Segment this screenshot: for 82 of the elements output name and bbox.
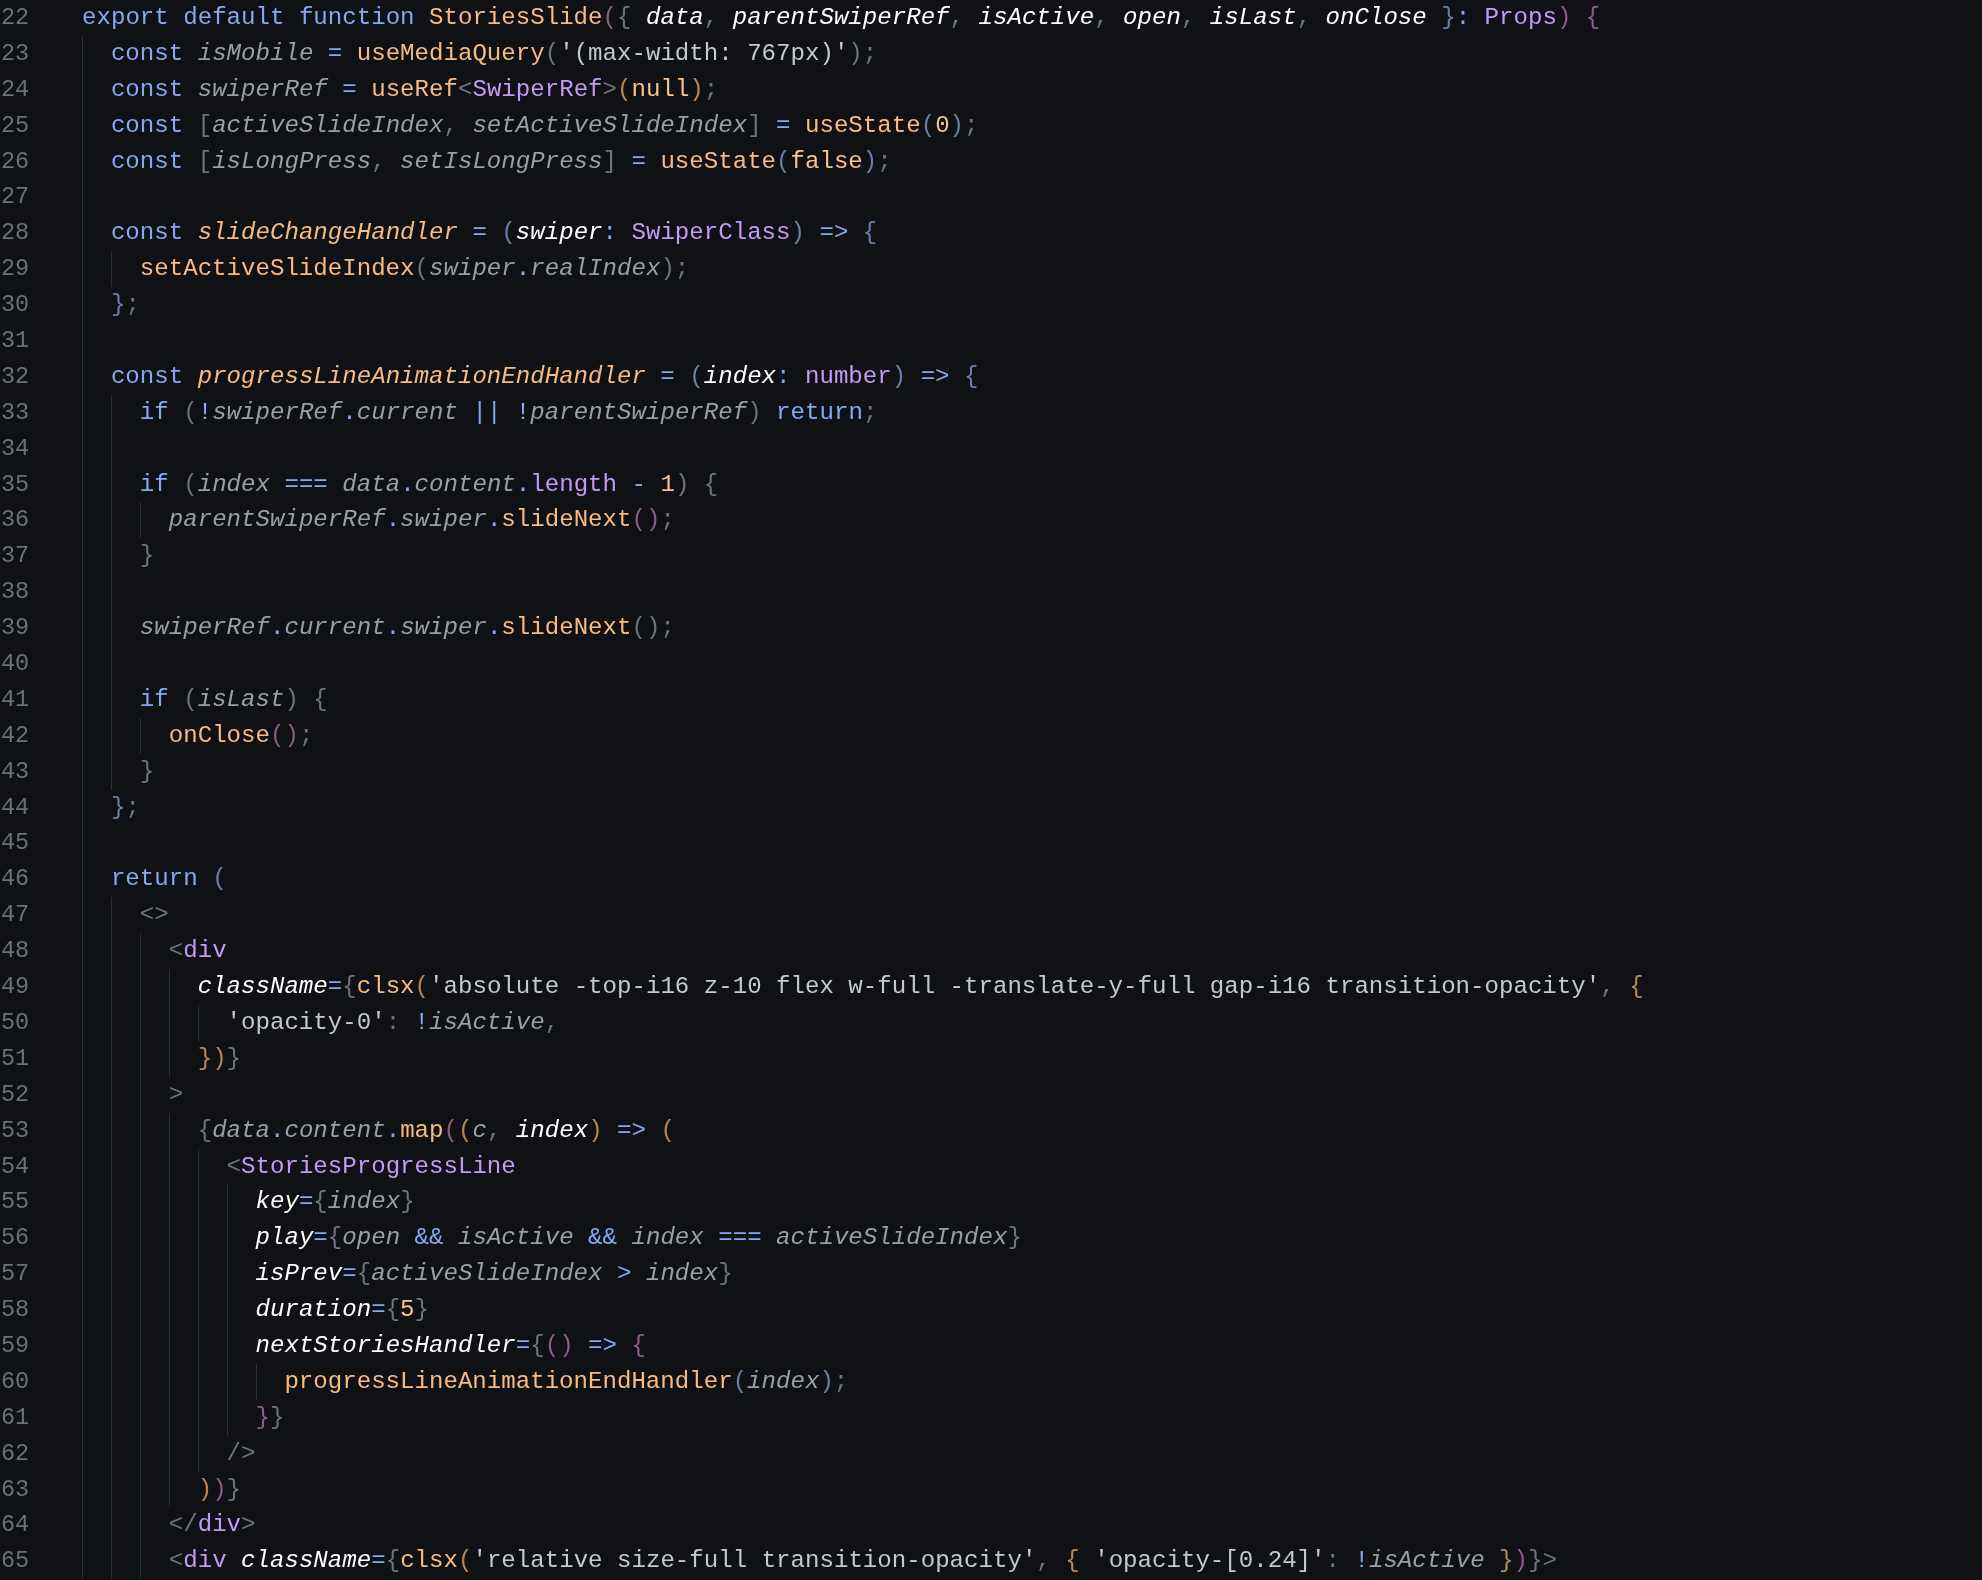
code-line: }}: [255, 1402, 285, 1433]
code-line: const swiperRef = useRef<SwiperRef>(null);: [110, 74, 719, 105]
line-number: 26: [0, 146, 30, 177]
line-number: 40: [0, 649, 30, 680]
line-number: 55: [0, 1187, 30, 1218]
code-line: key={index}: [255, 1187, 415, 1218]
line-number: 39: [0, 613, 30, 644]
code-line: if (!swiperRef.current || !parentSwiperRef) return;: [139, 397, 878, 428]
code-line: };: [110, 792, 140, 823]
line-number: 60: [0, 1366, 30, 1397]
line-number: 30: [0, 290, 30, 321]
line-number: 33: [0, 397, 30, 428]
line-number: 56: [0, 1223, 30, 1254]
code-line: <StoriesProgressLine: [226, 1151, 516, 1182]
line-number: 23: [0, 38, 30, 69]
line-number: 48: [0, 936, 30, 967]
line-number: 64: [0, 1510, 30, 1541]
code-line: <>: [139, 900, 169, 931]
code-line: 'opacity-0': !isActive,: [226, 1007, 560, 1038]
line-number: 24: [0, 74, 30, 105]
line-number: 42: [0, 720, 30, 751]
code-line: if (isLast) {: [139, 684, 328, 715]
line-number: 34: [0, 433, 30, 464]
line-number: 49: [0, 972, 30, 1003]
line-number: 52: [0, 1079, 30, 1110]
line-number: 45: [0, 828, 30, 859]
line-number: 44: [0, 792, 30, 823]
code-line: isPrev={activeSlideIndex > index}: [255, 1259, 733, 1290]
line-number: 50: [0, 1007, 30, 1038]
line-number: 38: [0, 577, 30, 608]
code-line: export default function StoriesSlide({ data, parentSwiperRef, isActive, open, isLast, onClose }: Props) {: [82, 3, 1601, 33]
code-line: />: [226, 1438, 256, 1469]
line-number: 53: [0, 1115, 30, 1146]
code-line: const [activeSlideIndex, setActiveSlideIndex] = useState(0);: [110, 110, 979, 141]
code-line: <div className={clsx('relative size-full transition-opacity', { 'opacity-[0.24]': !isActive })}>: [168, 1546, 1557, 1577]
code-line: }: [139, 756, 155, 787]
code-line: onClose();: [168, 720, 314, 751]
line-number: 63: [0, 1474, 30, 1505]
code-line: nextStoriesHandler={() => {: [255, 1330, 646, 1361]
line-number: 31: [0, 326, 30, 356]
code-line: </div>: [168, 1510, 256, 1541]
line-number: 22: [0, 3, 30, 33]
line-number: 37: [0, 541, 30, 572]
code-line: const slideChangeHandler = (swiper: SwiperClass) => {: [110, 218, 878, 249]
line-number: 61: [0, 1402, 30, 1433]
code-line: const [isLongPress, setIsLongPress] = useState(false);: [110, 146, 892, 177]
line-number: 25: [0, 110, 30, 141]
line-number: 43: [0, 756, 30, 787]
code-line: return (: [110, 864, 227, 895]
code-line: };: [110, 290, 140, 321]
code-line: className={clsx('absolute -top-i16 z-10 flex w-full -translate-y-full gap-i16 transition-opacity', {: [197, 972, 1644, 1003]
line-number: 46: [0, 864, 30, 895]
code-line: })}: [197, 1043, 242, 1074]
code-line: const isMobile = useMediaQuery('(max-width: 767px)');: [110, 38, 878, 69]
line-number: 54: [0, 1151, 30, 1182]
code-line: >: [168, 1079, 184, 1110]
line-number: 29: [0, 254, 30, 285]
code-line: if (index === data.content.length - 1) {: [139, 469, 719, 500]
line-number: 47: [0, 900, 30, 931]
line-number: 32: [0, 361, 30, 392]
code-line: play={open && isActive && index === activeSlideIndex}: [255, 1223, 1022, 1254]
code-line: }: [139, 541, 155, 572]
line-number: 41: [0, 684, 30, 715]
line-number: 51: [0, 1043, 30, 1074]
line-number: 57: [0, 1259, 30, 1290]
code-line: <div: [168, 936, 227, 967]
line-number: 28: [0, 218, 30, 249]
code-line: swiperRef.current.swiper.slideNext();: [139, 613, 675, 644]
line-number: 59: [0, 1330, 30, 1361]
code-line: duration={5}: [255, 1295, 430, 1326]
code-line: ))}: [197, 1474, 242, 1505]
line-number: 58: [0, 1295, 30, 1326]
code-line: {data.content.map((c, index) => (: [197, 1115, 675, 1146]
code-line: progressLineAnimationEndHandler(index);: [284, 1366, 849, 1397]
line-number: 62: [0, 1438, 30, 1469]
line-number: 65: [0, 1546, 30, 1577]
line-number: 36: [0, 505, 30, 536]
code-line: setActiveSlideIndex(swiper.realIndex);: [139, 254, 690, 285]
code-line: parentSwiperRef.swiper.slideNext();: [168, 505, 675, 536]
line-number: 35: [0, 469, 30, 500]
line-number: 27: [0, 182, 30, 213]
code-line: const progressLineAnimationEndHandler = (index: number) => {: [110, 361, 979, 392]
